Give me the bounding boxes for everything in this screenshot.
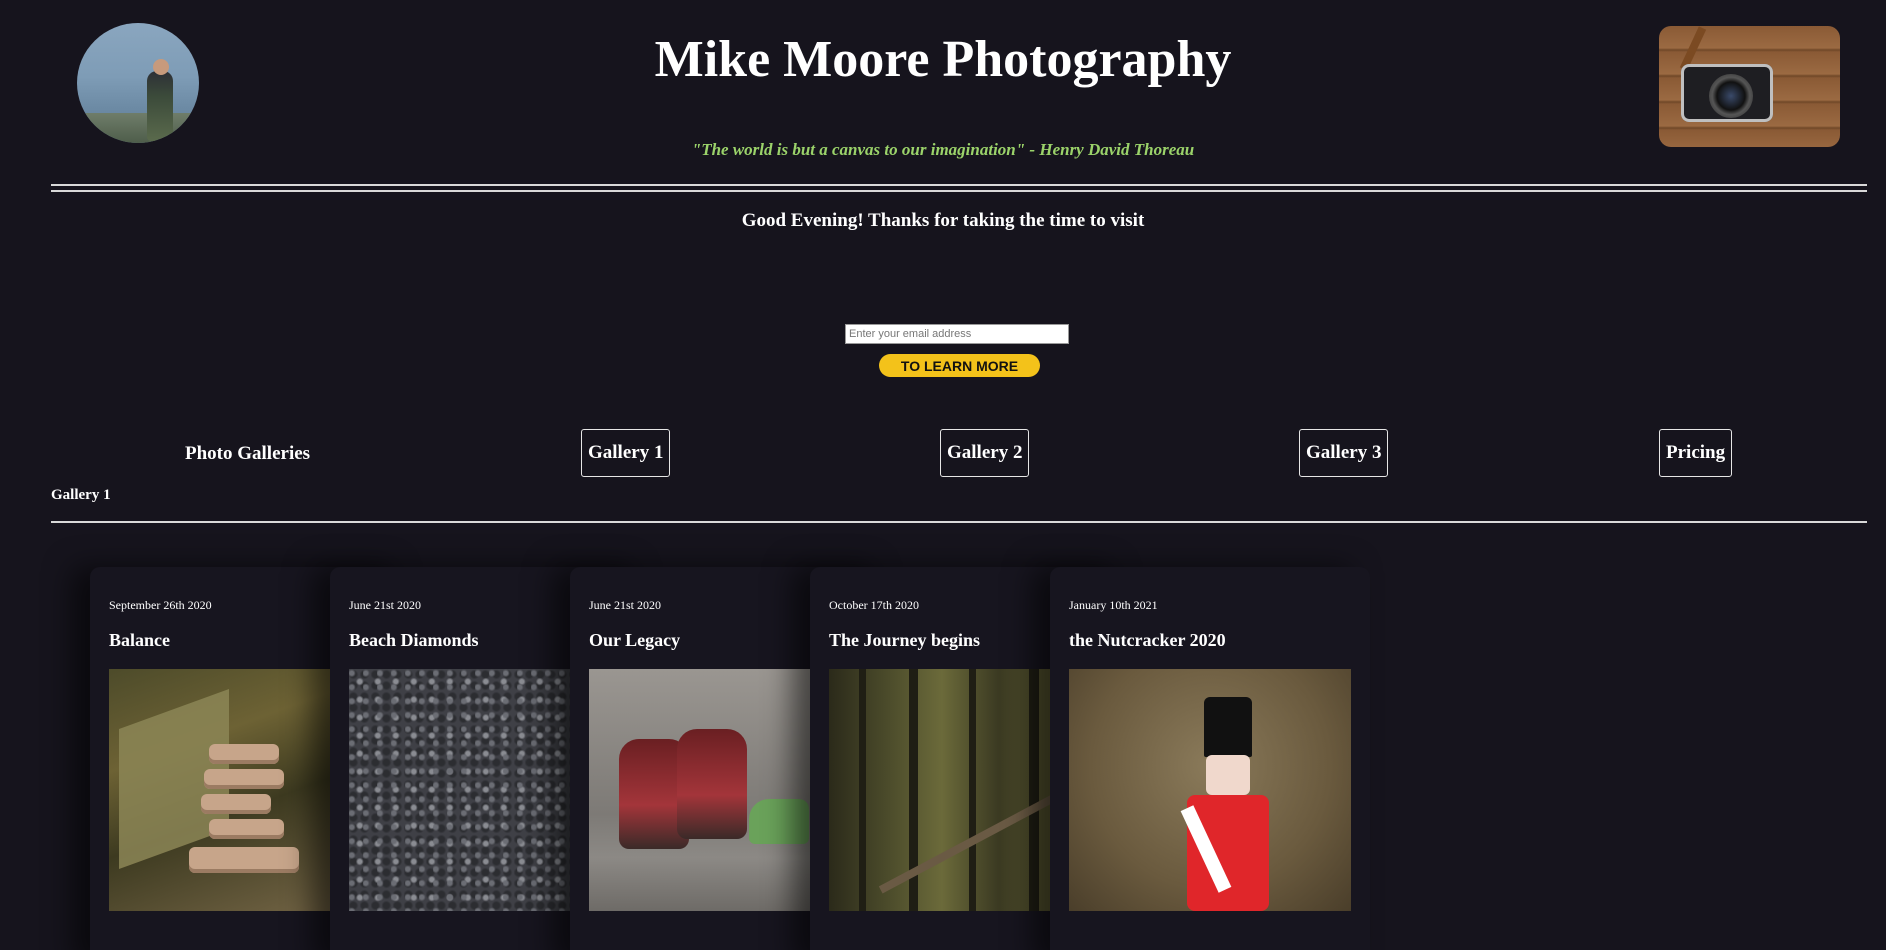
card-title: The Journey begins	[829, 630, 981, 650]
card-title: the Nutcracker 2020	[1069, 630, 1226, 650]
page: Mike Moore Photography "The world is but…	[0, 0, 1886, 950]
card-title: Balance	[109, 630, 170, 650]
gallery-card[interactable]: January 10th 2021 the Nutcracker 2020	[1050, 567, 1370, 950]
photo-stone	[201, 794, 271, 814]
greeting: Good Evening! Thanks for taking the time…	[741, 210, 1145, 231]
card-photo[interactable]	[1069, 669, 1351, 911]
photo-stone	[209, 744, 279, 764]
photo-shoe	[677, 729, 747, 839]
site-title: Mike Moore Photography	[654, 31, 1232, 88]
camera-photo	[1659, 26, 1840, 147]
email-input[interactable]	[845, 324, 1069, 344]
nav-pricing[interactable]: Pricing	[1659, 429, 1733, 477]
card-date: January 10th 2021	[1069, 598, 1158, 612]
photo-shoe-green	[749, 799, 809, 844]
photo-face	[1206, 755, 1250, 795]
quote: "The world is but a canvas to our imagin…	[691, 140, 1195, 159]
card-title: Our Legacy	[589, 630, 681, 650]
section-label: Gallery 1	[51, 487, 111, 503]
photo-stone	[204, 769, 284, 789]
photo-trunk	[969, 669, 976, 911]
photo-stone	[209, 819, 284, 839]
photo-trunk	[1029, 669, 1039, 911]
card-title: Beach Diamonds	[349, 630, 479, 650]
nav-gallery-1[interactable]: Gallery 1	[581, 429, 671, 477]
section-divider	[51, 521, 1867, 523]
card-date: October 17th 2020	[829, 598, 919, 612]
card-date: June 21st 2020	[589, 598, 661, 612]
card-date: September 26th 2020	[109, 598, 212, 612]
photo-hat	[1204, 697, 1252, 757]
card-date: June 21st 2020	[349, 598, 421, 612]
header-divider	[51, 184, 1867, 192]
photo-trunk	[859, 669, 866, 911]
nav-gallery-3[interactable]: Gallery 3	[1299, 429, 1389, 477]
camera-lens	[1709, 74, 1753, 118]
nav-gallery-2[interactable]: Gallery 2	[940, 429, 1030, 477]
photo-stone	[189, 847, 299, 873]
learn-more-button[interactable]: TO LEARN MORE	[879, 354, 1040, 377]
photo-galleries-heading: Photo Galleries	[185, 443, 311, 464]
avatar-shore	[77, 113, 199, 143]
